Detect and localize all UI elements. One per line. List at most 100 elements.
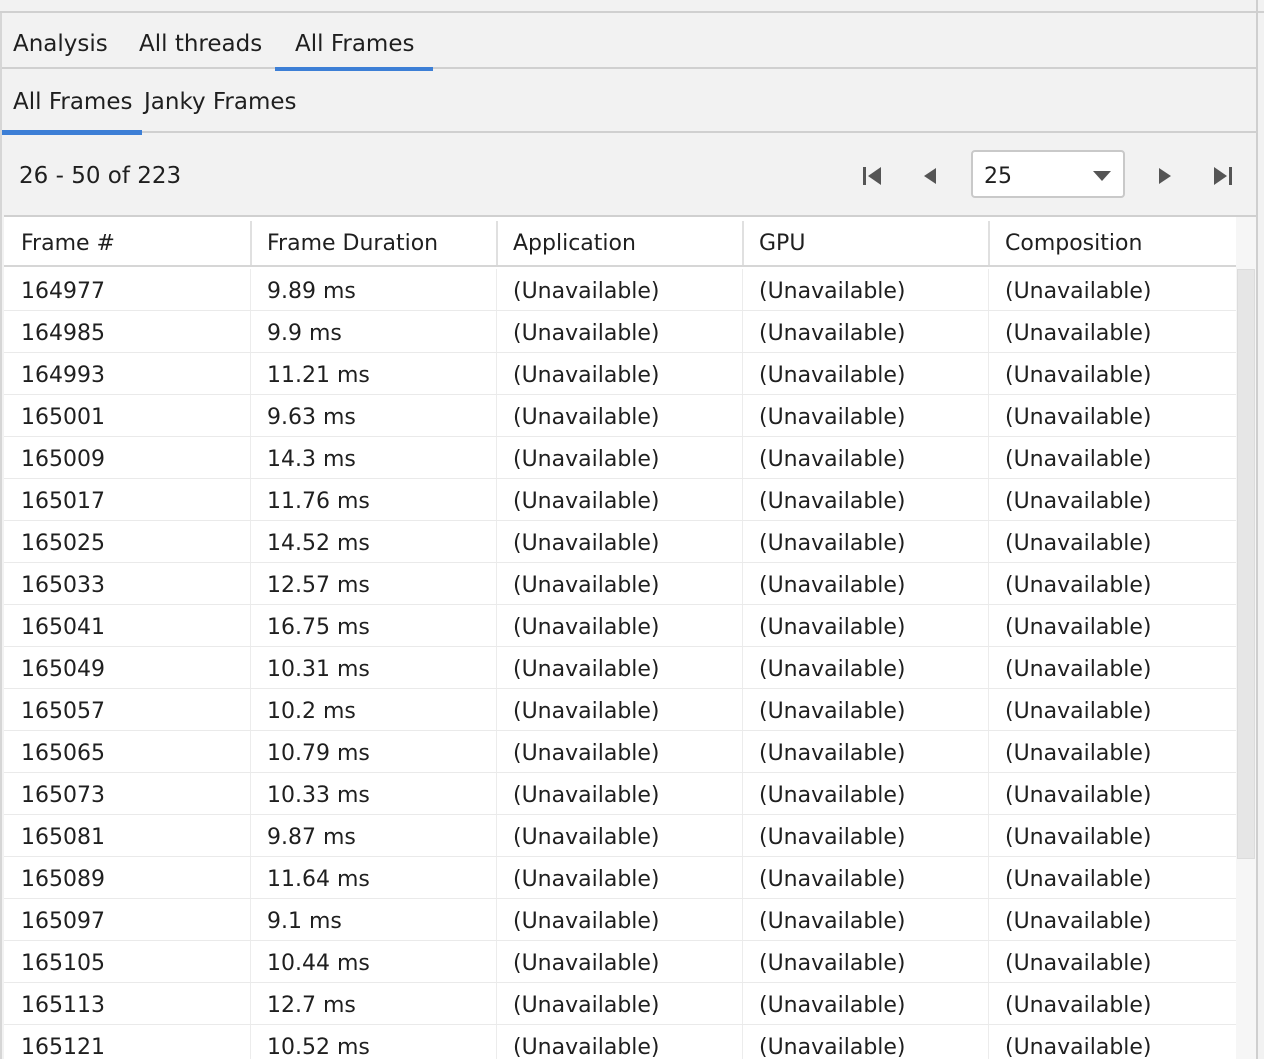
tab-all-threads[interactable]: All threads (139, 15, 262, 69)
cell-composition: (Unavailable) (1005, 573, 1152, 598)
cell-frame-number: 165073 (21, 783, 105, 808)
subtab-all-frames[interactable]: All Frames (2, 71, 143, 135)
cell-composition: (Unavailable) (1005, 951, 1152, 976)
last-page-button[interactable] (1208, 161, 1238, 191)
cell-frame-number: 165065 (21, 741, 105, 766)
cell-frame-number: 165089 (21, 867, 105, 892)
last-page-icon (1214, 167, 1232, 185)
page-size-value: 25 (984, 164, 1012, 189)
sub-tab-bar: All Frames Janky Frames (2, 71, 1256, 135)
column-header-frame-duration[interactable]: Frame Duration (250, 217, 496, 267)
first-page-icon (863, 167, 881, 185)
cell-frame-duration: 10.2 ms (267, 699, 356, 724)
cell-composition: (Unavailable) (1005, 1035, 1152, 1059)
cell-gpu: (Unavailable) (759, 531, 906, 556)
chevron-down-icon (1093, 171, 1111, 181)
next-page-button[interactable] (1150, 161, 1180, 191)
cell-frame-duration: 10.52 ms (267, 1035, 370, 1059)
cell-composition: (Unavailable) (1005, 405, 1152, 430)
table-body: 164977 9.89 ms (Unavailable) (Unavailable) (… (4, 269, 1236, 1059)
column-header-application[interactable]: Application (496, 217, 742, 267)
cell-composition: (Unavailable) (1005, 741, 1152, 766)
table-row[interactable]: 165113 12.7 ms (Unavailable) (Unavailable) (… (4, 983, 1236, 1025)
tab-analysis[interactable]: Analysis (13, 15, 108, 69)
table-row[interactable]: 165081 9.87 ms (Unavailable) (Unavailable) (… (4, 815, 1236, 857)
cell-gpu: (Unavailable) (759, 699, 906, 724)
cell-frame-duration: 10.44 ms (267, 951, 370, 976)
cell-composition: (Unavailable) (1005, 825, 1152, 850)
cell-frame-duration: 12.57 ms (267, 573, 370, 598)
cell-composition: (Unavailable) (1005, 615, 1152, 640)
cell-application: (Unavailable) (513, 363, 660, 388)
cell-gpu: (Unavailable) (759, 741, 906, 766)
vertical-scrollbar-thumb[interactable] (1237, 269, 1255, 859)
cell-gpu: (Unavailable) (759, 489, 906, 514)
table-row[interactable]: 165105 10.44 ms (Unavailable) (Unavailable)… (4, 941, 1236, 983)
frames-table: Frame # Frame Duration Application GPU C… (4, 215, 1256, 1059)
cell-gpu: (Unavailable) (759, 993, 906, 1018)
cell-application: (Unavailable) (513, 615, 660, 640)
cell-frame-duration: 9.1 ms (267, 909, 342, 934)
table-row[interactable]: 164977 9.89 ms (Unavailable) (Unavailable) (… (4, 269, 1236, 311)
cell-frame-duration: 11.64 ms (267, 867, 370, 892)
cell-application: (Unavailable) (513, 657, 660, 682)
cell-frame-number: 165057 (21, 699, 105, 724)
table-row[interactable]: 165097 9.1 ms (Unavailable) (Unavailable) (U… (4, 899, 1236, 941)
cell-application: (Unavailable) (513, 783, 660, 808)
table-row[interactable]: 165065 10.79 ms (Unavailable) (Unavailable)… (4, 731, 1236, 773)
table-row[interactable]: 164993 11.21 ms (Unavailable) (Unavailable)… (4, 353, 1236, 395)
cell-application: (Unavailable) (513, 993, 660, 1018)
cell-frame-duration: 11.76 ms (267, 489, 370, 514)
column-header-frame-number[interactable]: Frame # (4, 217, 250, 267)
cell-gpu: (Unavailable) (759, 783, 906, 808)
cell-frame-duration: 10.79 ms (267, 741, 370, 766)
cell-frame-duration: 9.89 ms (267, 279, 356, 304)
prev-page-icon (924, 168, 936, 184)
table-row[interactable]: 165009 14.3 ms (Unavailable) (Unavailable) (… (4, 437, 1236, 479)
cell-application: (Unavailable) (513, 447, 660, 472)
table-row[interactable]: 165121 10.52 ms (Unavailable) (Unavailable)… (4, 1025, 1236, 1059)
cell-composition: (Unavailable) (1005, 447, 1152, 472)
cell-frame-duration: 9.87 ms (267, 825, 356, 850)
cell-gpu: (Unavailable) (759, 405, 906, 430)
cell-frame-duration: 9.9 ms (267, 321, 342, 346)
cell-frame-duration: 14.52 ms (267, 531, 370, 556)
cell-application: (Unavailable) (513, 825, 660, 850)
table-row[interactable]: 165073 10.33 ms (Unavailable) (Unavailable)… (4, 773, 1236, 815)
subtab-janky-frames[interactable]: Janky Frames (144, 71, 297, 133)
cell-frame-number: 164977 (21, 279, 105, 304)
cell-composition: (Unavailable) (1005, 993, 1152, 1018)
cell-frame-number: 165001 (21, 405, 105, 430)
cell-composition: (Unavailable) (1005, 363, 1152, 388)
cell-application: (Unavailable) (513, 405, 660, 430)
cell-application: (Unavailable) (513, 279, 660, 304)
table-row[interactable]: 165001 9.63 ms (Unavailable) (Unavailable) (… (4, 395, 1236, 437)
table-row[interactable]: 165025 14.52 ms (Unavailable) (Unavailable)… (4, 521, 1236, 563)
cell-frame-number: 165121 (21, 1035, 105, 1059)
cell-frame-number: 164985 (21, 321, 105, 346)
column-header-composition[interactable]: Composition (988, 217, 1236, 267)
pagination-bar: 26 - 50 of 223 25 (2, 135, 1256, 215)
first-page-button[interactable] (857, 161, 887, 191)
cell-frame-duration: 11.21 ms (267, 363, 370, 388)
cell-frame-number: 165009 (21, 447, 105, 472)
table-row[interactable]: 165041 16.75 ms (Unavailable) (Unavailable)… (4, 605, 1236, 647)
table-row[interactable]: 165089 11.64 ms (Unavailable) (Unavailable)… (4, 857, 1236, 899)
prev-page-button[interactable] (915, 161, 945, 191)
table-row[interactable]: 165049 10.31 ms (Unavailable) (Unavailable)… (4, 647, 1236, 689)
table-row[interactable]: 165017 11.76 ms (Unavailable) (Unavailable)… (4, 479, 1236, 521)
table-row[interactable]: 165057 10.2 ms (Unavailable) (Unavailable) (… (4, 689, 1236, 731)
cell-application: (Unavailable) (513, 321, 660, 346)
table-row[interactable]: 165033 12.57 ms (Unavailable) (Unavailable)… (4, 563, 1236, 605)
cell-gpu: (Unavailable) (759, 1035, 906, 1059)
cell-frame-duration: 16.75 ms (267, 615, 370, 640)
column-header-gpu[interactable]: GPU (742, 217, 988, 267)
cell-composition: (Unavailable) (1005, 489, 1152, 514)
cell-gpu: (Unavailable) (759, 657, 906, 682)
cell-application: (Unavailable) (513, 867, 660, 892)
cell-application: (Unavailable) (513, 1035, 660, 1059)
cell-application: (Unavailable) (513, 741, 660, 766)
page-size-select[interactable]: 25 (971, 150, 1125, 198)
tab-all-frames[interactable]: All Frames (275, 15, 434, 71)
table-row[interactable]: 164985 9.9 ms (Unavailable) (Unavailable) (U… (4, 311, 1236, 353)
